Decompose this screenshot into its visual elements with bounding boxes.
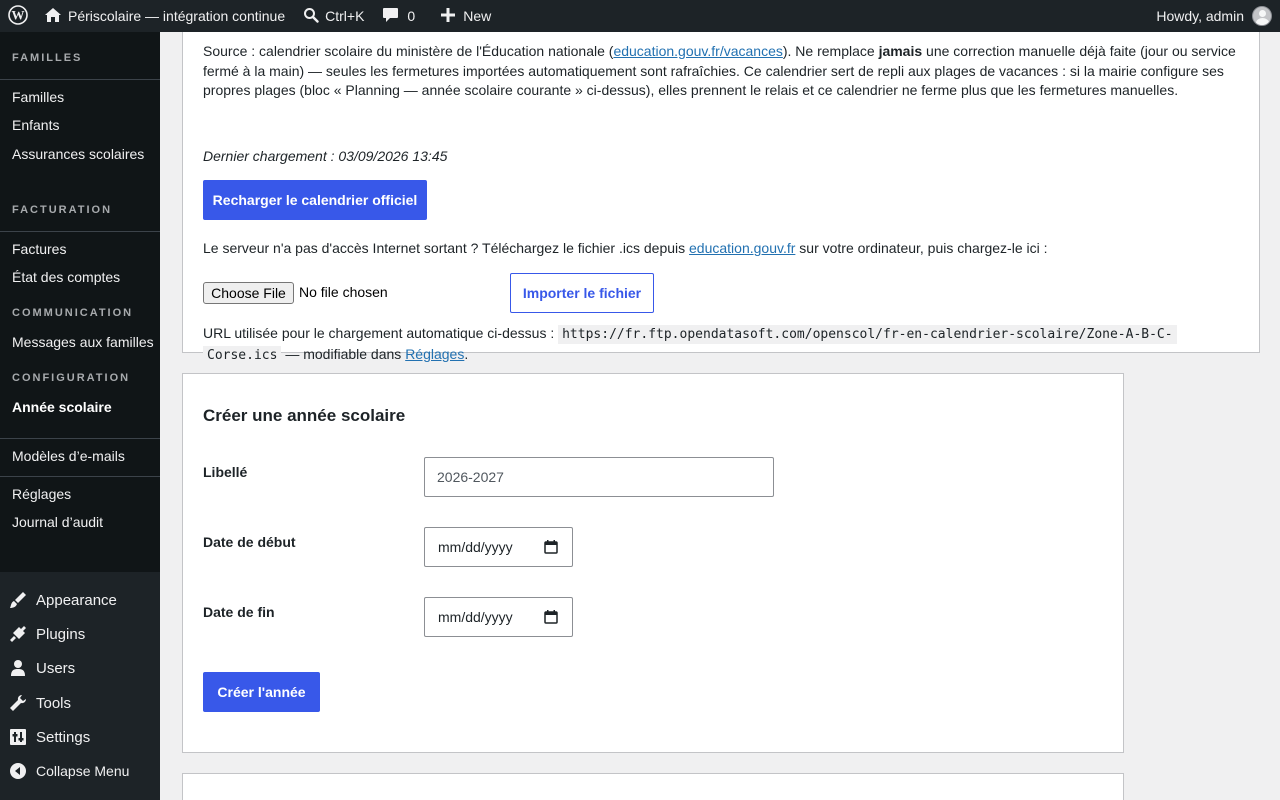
create-year-title: Créer une année scolaire [203, 406, 406, 425]
end-date-label: Date de fin [203, 604, 275, 620]
comments-link[interactable]: 0 [382, 0, 415, 32]
start-date-label: Date de début [203, 534, 296, 550]
divider [0, 438, 160, 439]
end-date-value: mm/dd/yyyy [438, 609, 513, 625]
last-load-text: Dernier chargement : 03/09/2026 13:45 [203, 148, 448, 164]
search-shortcut: Ctrl+K [325, 8, 365, 24]
collapse-icon [0, 762, 36, 780]
menu-label: Tools [36, 694, 72, 712]
menu-label: Settings [36, 728, 91, 746]
auto-url-info: URL utilisée pour le chargement automati… [203, 324, 1203, 365]
plugin-submenu: FAMILLES Familles Enfants Assurances sco… [0, 32, 160, 572]
sidebar-item-modeles-emails[interactable]: Modèles d’e-mails [12, 448, 125, 464]
menu-settings[interactable]: Settings [0, 720, 160, 754]
menu-plugins[interactable]: Plugins [0, 617, 160, 651]
menu-appearance[interactable]: Appearance [0, 583, 160, 617]
sidebar-item-etat-comptes[interactable]: État des comptes [12, 269, 120, 285]
appearance-icon [0, 591, 36, 609]
section-communication: COMMUNICATION [12, 307, 134, 319]
education-gouv-link[interactable]: education.gouv.fr [689, 240, 795, 256]
main-content: Source : calendrier scolaire du ministèr… [160, 32, 1280, 800]
start-date-value: mm/dd/yyyy [438, 539, 513, 555]
comments-count: 0 [407, 8, 416, 24]
tools-icon [0, 694, 36, 712]
sidebar-item-messages[interactable]: Messages aux familles [12, 334, 154, 350]
svg-text:W: W [12, 7, 25, 22]
divider [0, 476, 160, 477]
avatar [1252, 6, 1272, 26]
site-title: Périscolaire — intégration continue [68, 8, 286, 24]
reglages-link[interactable]: Réglages [405, 346, 464, 362]
create-year-button[interactable]: Créer l'année [203, 672, 320, 712]
sidebar-item-factures[interactable]: Factures [12, 241, 66, 257]
collapse-menu-button[interactable]: Collapse Menu [0, 754, 160, 788]
new-content-button[interactable]: New [441, 0, 491, 32]
menu-users[interactable]: Users [0, 651, 160, 685]
sidebar-item-reglages[interactable]: Réglages [12, 486, 71, 502]
menu-label: Users [36, 659, 76, 677]
calendar-intro: Source : calendrier scolaire du ministèr… [203, 42, 1243, 101]
menu-tools[interactable]: Tools [0, 686, 160, 720]
users-icon [0, 659, 36, 677]
sidebar-item-familles[interactable]: Familles [12, 89, 64, 105]
next-card [182, 773, 1124, 800]
intro-line-3: propres plages (bloc « Planning — année … [203, 82, 1179, 98]
calendar-icon[interactable] [544, 610, 558, 627]
wordpress-logo-button[interactable]: W [0, 0, 36, 32]
sidebar-item-assurances[interactable]: Assurances scolaires [12, 146, 144, 162]
comment-icon [382, 7, 399, 26]
plugins-icon [0, 625, 36, 643]
sidebar-item-enfants[interactable]: Enfants [12, 117, 59, 133]
offline-instructions: Le serveur n'a pas d'accès Internet sort… [203, 240, 1048, 256]
settings-icon [0, 728, 36, 746]
plus-icon [441, 7, 456, 25]
menu-label: Appearance [36, 591, 117, 609]
sidebar-item-annee-scolaire[interactable]: Année scolaire [12, 399, 112, 415]
section-familles: FAMILLES [12, 52, 83, 64]
divider [0, 231, 160, 232]
sidebar-item-journal-audit[interactable]: Journal d’audit [12, 514, 103, 530]
section-facturation: FACTURATION [12, 204, 113, 216]
label-field-label: Libellé [203, 464, 248, 480]
admin-sidebar: FAMILLES Familles Enfants Assurances sco… [0, 32, 160, 800]
search-icon [303, 7, 319, 26]
wordpress-icon: W [8, 4, 28, 28]
new-label: New [463, 8, 492, 24]
education-vacances-link[interactable]: education.gouv.fr/vacances [613, 43, 782, 59]
divider [0, 79, 160, 80]
section-configuration: CONFIGURATION [12, 372, 131, 384]
menu-label: Collapse Menu [36, 763, 130, 779]
label-input[interactable]: 2026-2027 [424, 457, 774, 497]
create-year-card: Créer une année scolaire Libellé 2026-20… [182, 373, 1124, 753]
ics-url: https://fr.ftp.opendatasoft.com/openscol… [558, 325, 1177, 344]
official-calendar-card: Source : calendrier scolaire du ministèr… [182, 32, 1260, 365]
calendar-icon[interactable] [544, 540, 558, 557]
intro-line-1: Source : calendrier scolaire du ministèr… [203, 43, 1236, 59]
start-date-input[interactable]: mm/dd/yyyy [424, 527, 573, 567]
ics-url-continued: Corse.ics [203, 345, 282, 365]
command-palette-button[interactable]: Ctrl+K [303, 0, 364, 32]
import-file-button[interactable]: Importer le fichier [510, 273, 654, 313]
site-name-link[interactable]: Périscolaire — intégration continue [44, 0, 285, 32]
menu-label: Plugins [36, 625, 86, 643]
home-icon [44, 7, 62, 26]
admin-bar: W Périscolaire — intégration continue Ct… [0, 0, 1280, 32]
intro-line-2: fermé à la main) — seules les fermetures… [203, 62, 1224, 79]
reload-calendar-button[interactable]: Recharger le calendrier officiel [203, 180, 427, 220]
howdy-text: Howdy, admin [1156, 8, 1244, 24]
end-date-input[interactable]: mm/dd/yyyy [424, 597, 573, 637]
choose-file-button[interactable]: Choose File [203, 282, 294, 304]
no-file-chosen-text: No file chosen [299, 284, 388, 300]
my-account-menu[interactable]: Howdy, admin [1156, 0, 1272, 32]
